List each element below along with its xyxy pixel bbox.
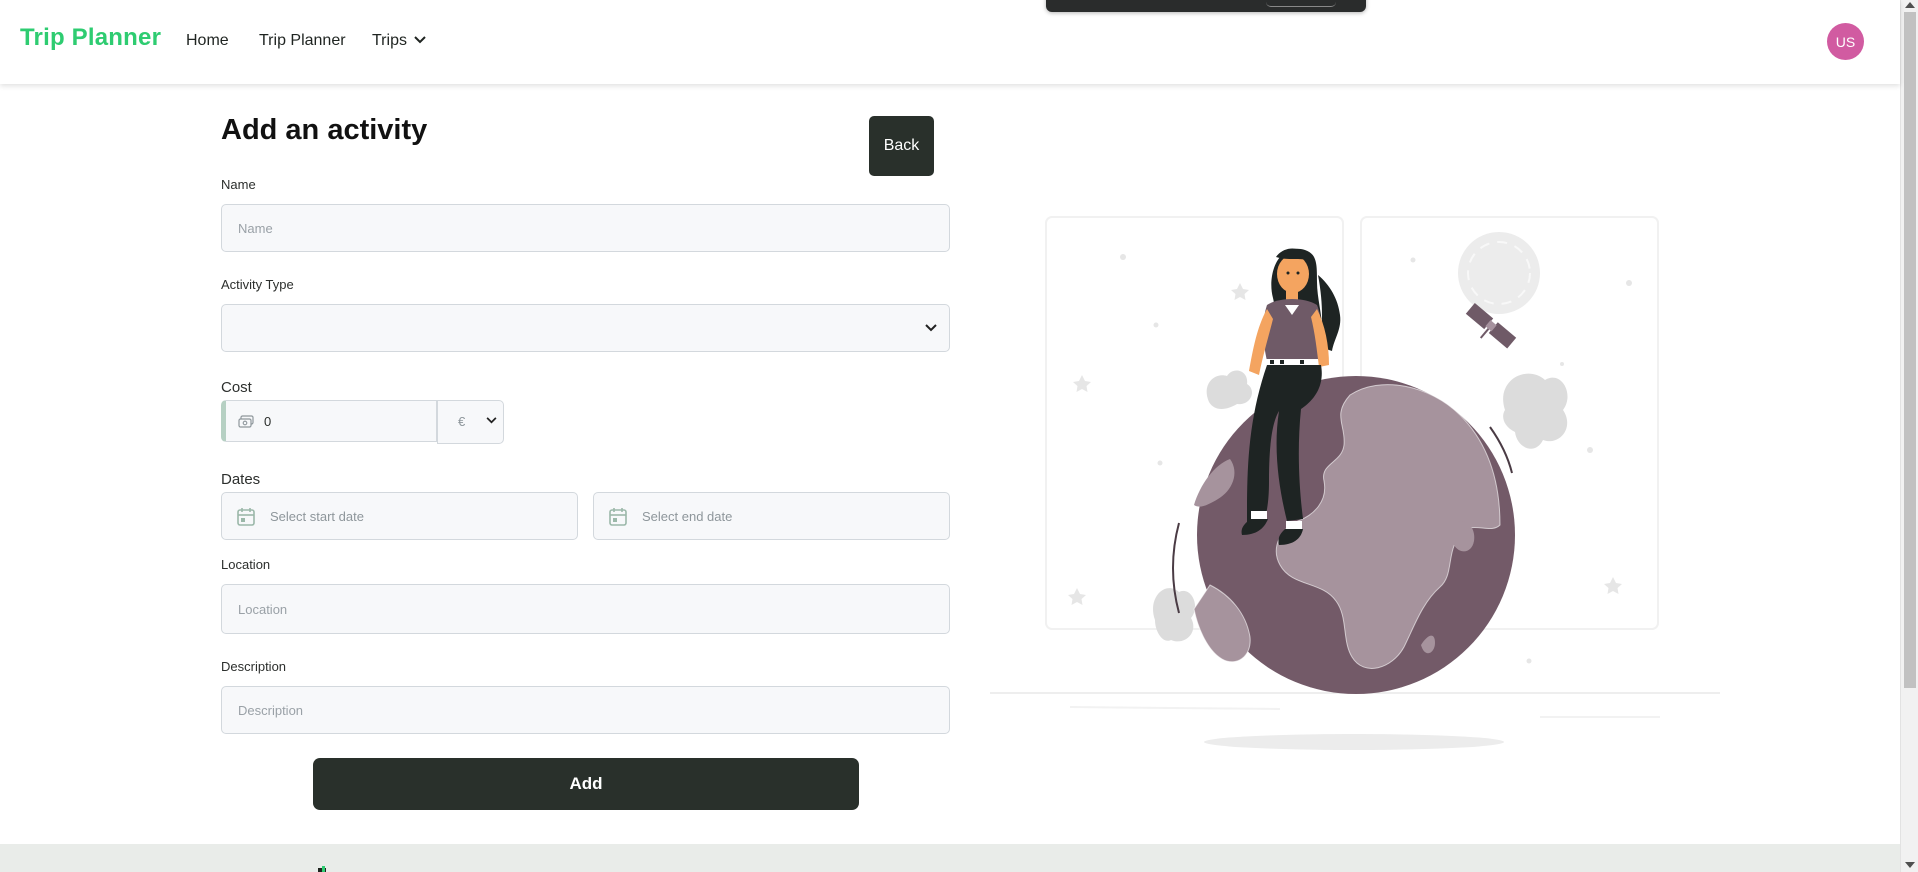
notification-toast: [1046, 0, 1366, 12]
add-button[interactable]: Add: [313, 758, 859, 810]
nav-dropdown-trips[interactable]: Trips: [372, 32, 426, 50]
navbar: Trip Planner Home Trip Planner Trips US: [0, 0, 1900, 84]
scroll-thumb[interactable]: [1904, 12, 1916, 688]
brand-logo[interactable]: Trip Planner: [20, 24, 161, 52]
calendar-icon: [237, 508, 255, 526]
currency-symbol: €: [458, 414, 466, 429]
nav-link-home[interactable]: Home: [186, 32, 229, 50]
start-date-input[interactable]: Select start date: [221, 492, 578, 540]
activity-type-select[interactable]: [221, 304, 950, 352]
back-button[interactable]: Back: [869, 116, 934, 176]
chevron-down-icon: [486, 417, 497, 424]
cost-input[interactable]: 0: [221, 400, 437, 442]
woman-sitting-on-globe-illustration: [990, 216, 1720, 750]
cost-value: 0: [264, 414, 272, 429]
toast-button[interactable]: [1266, 2, 1336, 7]
location-input[interactable]: Location: [221, 584, 950, 634]
money-icon: [238, 415, 254, 428]
calendar-icon: [609, 508, 627, 526]
chevron-down-icon: [414, 36, 426, 44]
description-input[interactable]: Description: [221, 686, 950, 734]
scrollbar[interactable]: [1900, 0, 1918, 872]
scroll-down-arrow-icon[interactable]: [1905, 862, 1915, 868]
chevron-down-icon: [925, 324, 937, 332]
cost-label: Cost: [221, 379, 252, 396]
activity-type-label: Activity Type: [221, 277, 294, 292]
location-label: Location: [221, 557, 271, 572]
user-avatar[interactable]: US: [1827, 23, 1864, 60]
start-date-placeholder: Select start date: [270, 509, 364, 524]
scroll-up-arrow-icon[interactable]: [1905, 2, 1915, 8]
name-label: Name: [221, 177, 256, 192]
nav-trips-label: Trips: [372, 32, 407, 49]
footer-logo-accent: [322, 866, 325, 872]
nav-link-trip-planner[interactable]: Trip Planner: [259, 32, 346, 50]
end-date-placeholder: Select end date: [642, 509, 733, 524]
name-input[interactable]: Name: [221, 204, 950, 252]
description-label: Description: [221, 659, 287, 674]
page-title: Add an activity: [221, 114, 428, 146]
currency-select[interactable]: €: [437, 400, 504, 444]
end-date-input[interactable]: Select end date: [593, 492, 950, 540]
dates-label: Dates: [221, 471, 261, 488]
footer: [0, 844, 1900, 872]
